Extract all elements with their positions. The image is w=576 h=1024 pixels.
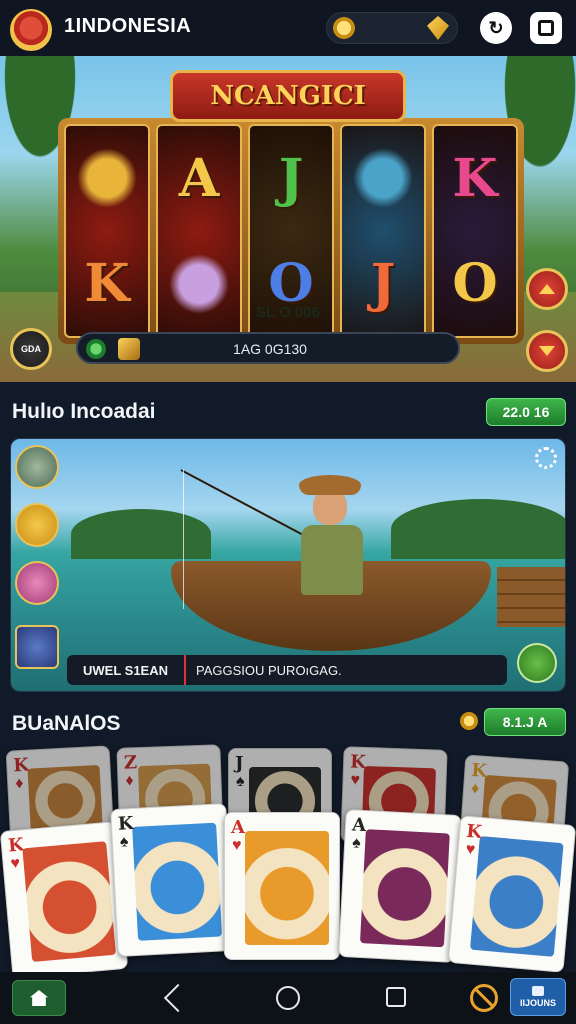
person-symbol-icon — [353, 148, 413, 209]
fisherman — [293, 475, 383, 605]
card-rank: K — [7, 834, 25, 857]
arrow-down-icon — [539, 346, 555, 356]
home-circle-icon[interactable] — [276, 986, 300, 1010]
sun-icon — [460, 712, 478, 730]
game-title: NCANGICI — [210, 81, 366, 111]
no-coin-icon[interactable] — [470, 984, 498, 1012]
card-art — [359, 829, 450, 948]
square-icon[interactable] — [530, 12, 562, 44]
balance-pill[interactable] — [326, 12, 458, 44]
card-suit-icon: ♥ — [9, 854, 21, 873]
card-art — [22, 841, 116, 963]
card-suit-icon: ♦ — [125, 772, 134, 790]
clock-swap-icon[interactable]: ↻ — [480, 12, 512, 44]
section-title-cards: BUaNAlOS — [12, 712, 121, 735]
card-rank: J — [235, 753, 244, 774]
fish-icon[interactable] — [15, 561, 59, 605]
fishing-tag: UWEL S1EAN — [67, 655, 186, 685]
card-suit-icon: ♥ — [350, 771, 361, 789]
game-title-banner: NCANGICI — [170, 70, 406, 122]
card-art — [469, 835, 564, 957]
island — [71, 509, 211, 559]
fishing-line — [183, 469, 184, 609]
bet-button[interactable] — [526, 330, 568, 372]
info-text: 1AG 0G130 — [233, 341, 307, 357]
calendar-icon[interactable] — [15, 625, 59, 669]
section-title-fishing: Hulıo Incoadai — [12, 400, 156, 423]
playing-card[interactable]: A ♠ — [338, 809, 462, 963]
left-menu-label: GDA — [21, 344, 41, 354]
card-art — [245, 831, 329, 945]
card-suit-icon: ♦ — [470, 779, 480, 798]
spin-up-button[interactable] — [526, 268, 568, 310]
card-rank: K — [349, 751, 367, 773]
fishing-info-bar: UWEL S1EAN PAGGSIOU PUROıGAG. — [67, 655, 507, 685]
card-suit-icon: ♥ — [464, 840, 476, 859]
brand-title: 1INDONESIA — [64, 15, 192, 37]
arrow-up-icon — [539, 284, 555, 294]
bonus-button[interactable]: IIJOUNS — [510, 978, 566, 1016]
playing-card[interactable]: K ♠ — [110, 803, 234, 957]
bonus-label: IIJOUNS — [519, 998, 556, 1008]
reel-symbol: K — [452, 148, 498, 209]
recents-icon[interactable] — [386, 987, 406, 1007]
info-bar: 1AG 0G130 — [76, 332, 460, 364]
avatar[interactable] — [10, 9, 52, 51]
card-rank: K — [465, 820, 483, 844]
card-rank: K — [117, 812, 135, 835]
card-rank: Z — [123, 752, 138, 774]
playing-card[interactable]: K ♥ — [447, 815, 576, 973]
net-icon[interactable] — [517, 643, 557, 683]
card-suit-icon: ♠ — [236, 773, 245, 790]
home-icon — [30, 990, 48, 1006]
card-art — [27, 764, 103, 831]
card-rank: K — [470, 759, 488, 783]
back-icon[interactable] — [163, 983, 193, 1013]
card-suit-icon: ♦ — [14, 774, 24, 793]
reel-symbol: J — [278, 148, 304, 209]
dock — [497, 567, 565, 627]
playing-card[interactable]: K ♥ — [0, 821, 129, 979]
gear-icon[interactable] — [535, 447, 557, 469]
home-button[interactable] — [12, 980, 66, 1016]
card-suit-icon: ♠ — [119, 833, 129, 851]
diamond-icon — [427, 16, 449, 40]
playing-card[interactable]: A ♥ — [224, 812, 340, 960]
card-rank: A — [231, 817, 245, 838]
fishing-badge[interactable]: 22.0 16 — [486, 398, 566, 426]
top-bar: 1INDONESIA ↻ — [0, 0, 576, 56]
card-suit-icon: ♥ — [232, 837, 242, 854]
fishing-game-card[interactable]: UWEL S1EAN PAGGSIOU PUROıGAG. — [10, 438, 566, 692]
fish-bait-icon[interactable] — [15, 503, 59, 547]
gift-icon — [532, 986, 544, 996]
card-suit-icon: ♠ — [351, 834, 362, 852]
cards-badge[interactable]: 8.1.J A — [484, 708, 566, 736]
left-menu-button[interactable]: GDA — [10, 328, 52, 370]
island — [391, 499, 565, 559]
card-art — [132, 822, 223, 941]
android-nav-bar: IIJOUNS — [0, 972, 576, 1024]
card-rank: A — [351, 814, 367, 837]
slot-game-banner[interactable]: KAJOJKO NCANGICI SL O 006 GDA 1AG 0G130 — [0, 56, 576, 382]
map-icon[interactable] — [15, 445, 59, 489]
reel-symbol: A — [178, 148, 220, 210]
fish-symbol-icon — [77, 148, 137, 209]
fishing-caption: PAGGSIOU PUROıGAG. — [196, 662, 342, 678]
card-rank: K — [12, 754, 30, 777]
slot-label: SL O 006 — [256, 304, 320, 321]
coin-icon — [333, 17, 355, 39]
